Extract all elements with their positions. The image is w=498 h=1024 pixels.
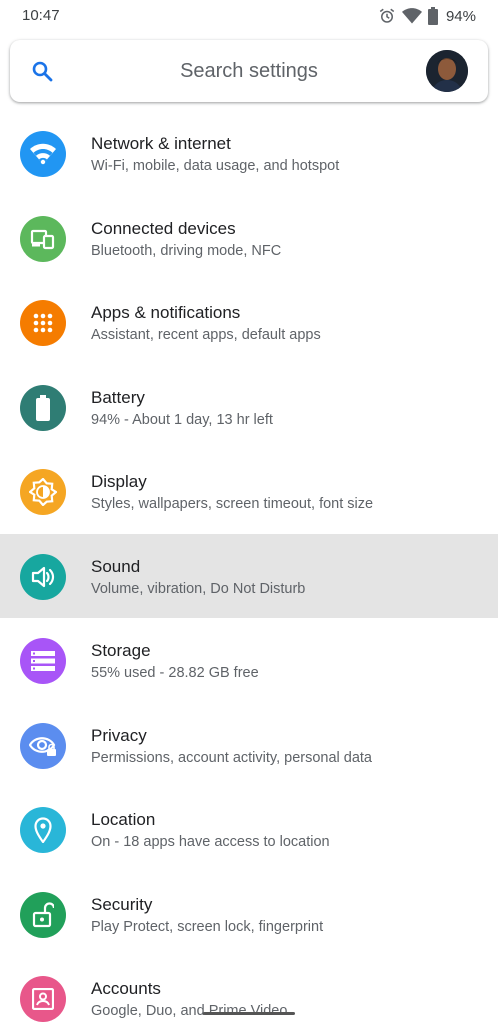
item-subtitle: 94% - About 1 day, 13 hr left <box>91 411 273 428</box>
settings-item-sound[interactable]: Sound Volume, vibration, Do Not Disturb <box>0 533 498 618</box>
item-title: Display <box>91 472 147 491</box>
battery-icon <box>427 7 438 25</box>
battery-percent: 94% <box>445 7 476 25</box>
battery-icon <box>20 384 66 431</box>
navigation-handle[interactable] <box>203 1012 295 1015</box>
settings-item-location[interactable]: Location On - 18 apps have access to loc… <box>0 787 498 872</box>
item-subtitle: Styles, wallpapers, screen timeout, font… <box>91 496 374 512</box>
item-subtitle: Bluetooth, driving mode, NFC <box>91 242 282 259</box>
search-placeholder[interactable]: Search settings <box>10 60 488 83</box>
item-title: Location <box>91 810 156 829</box>
settings-item-battery[interactable]: Battery 94% - About 1 day, 13 hr left <box>0 365 498 450</box>
item-subtitle: Wi-Fi, mobile, data usage, and hotspot <box>91 158 340 174</box>
settings-item-apps[interactable]: Apps & notifications Assistant, recent a… <box>0 280 498 365</box>
settings-list: Network & internet Wi-Fi, mobile, data u… <box>0 111 498 1024</box>
item-title: Apps & notifications <box>91 303 241 322</box>
item-title: Accounts <box>91 979 161 998</box>
volume-icon <box>20 553 66 600</box>
status-icons: 94% <box>378 5 476 27</box>
item-subtitle: On - 18 apps have access to location <box>91 834 330 850</box>
item-title: Connected devices <box>91 218 236 238</box>
alarm-icon <box>378 7 396 25</box>
item-title: Privacy <box>91 725 147 745</box>
item-subtitle: Volume, vibration, Do Not Disturb <box>91 580 306 597</box>
item-title: Battery <box>91 387 145 407</box>
item-title: Storage <box>91 641 151 660</box>
settings-item-privacy[interactable]: Privacy Permissions, account activity, p… <box>0 703 498 788</box>
privacy-eye-icon <box>20 722 66 769</box>
item-subtitle: Google, Duo, and Prime Video <box>91 1003 288 1019</box>
settings-item-storage[interactable]: Storage 55% used - 28.82 GB free <box>0 618 498 703</box>
wifi-icon <box>401 7 422 25</box>
brightness-icon <box>20 469 66 515</box>
settings-item-display[interactable]: Display Styles, wallpapers, screen timeo… <box>0 449 498 534</box>
item-subtitle: Play Protect, screen lock, fingerprint <box>91 918 324 935</box>
search-bar[interactable]: Search settings <box>10 40 488 102</box>
settings-item-connected-devices[interactable]: Connected devices Bluetooth, driving mod… <box>0 196 498 281</box>
avatar[interactable] <box>426 50 468 92</box>
status-bar: 10:47 94% <box>0 0 498 32</box>
unlock-icon <box>20 891 66 938</box>
devices-icon <box>20 215 66 262</box>
item-title: Sound <box>91 556 141 576</box>
item-subtitle: Assistant, recent apps, default apps <box>91 327 321 343</box>
account-box-icon <box>20 976 66 1022</box>
item-subtitle: Permissions, account activity, personal … <box>91 749 373 766</box>
item-subtitle: 55% used - 28.82 GB free <box>91 665 259 681</box>
settings-item-security[interactable]: Security Play Protect, screen lock, fing… <box>0 872 498 957</box>
storage-icon <box>20 638 66 684</box>
item-title: Security <box>91 894 153 914</box>
settings-item-network[interactable]: Network & internet Wi-Fi, mobile, data u… <box>0 111 498 196</box>
location-pin-icon <box>20 807 66 853</box>
item-title: Network & internet <box>91 134 231 153</box>
status-time: 10:47 <box>22 7 60 24</box>
apps-grid-icon <box>20 300 66 346</box>
wifi-icon <box>20 131 66 177</box>
